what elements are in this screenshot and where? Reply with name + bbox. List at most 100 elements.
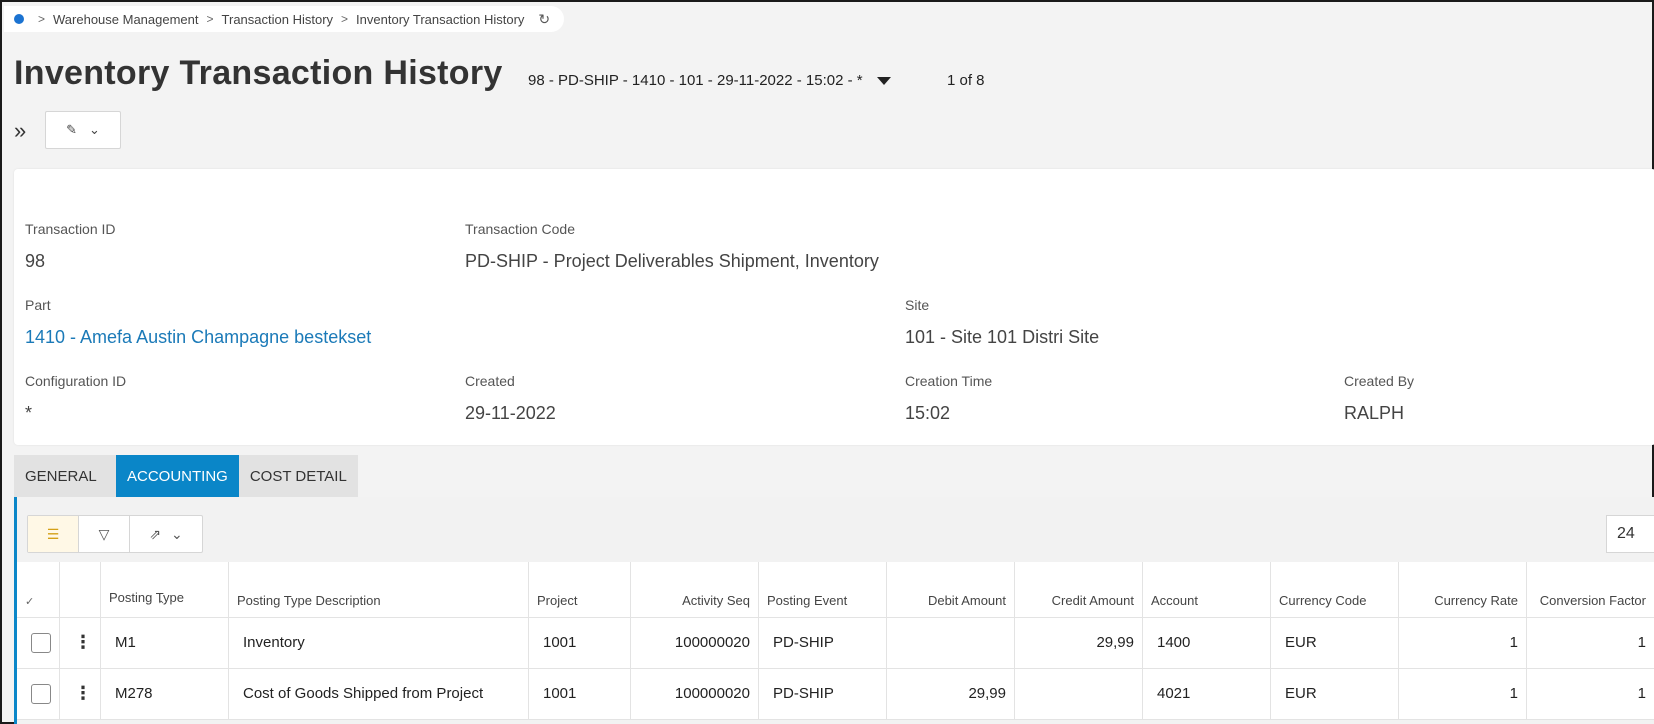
- column-header-label: Posting Type: [109, 590, 184, 606]
- column-header-credit-amount[interactable]: Credit Amount: [1014, 562, 1143, 618]
- cell-debit-amount: [886, 617, 1015, 669]
- row-menu[interactable]: ⋮: [59, 668, 101, 720]
- tab-general[interactable]: General: [14, 455, 116, 497]
- column-header-posting-type-description[interactable]: Posting Type Description: [228, 562, 529, 618]
- field-site: Site 101 - Site 101 Distri Site: [905, 297, 1099, 348]
- breadcrumb-item-inventory-transaction-history[interactable]: Inventory Transaction History: [356, 12, 524, 27]
- kebab-icon[interactable]: ⋮: [74, 683, 92, 703]
- column-header-posting-event[interactable]: Posting Event: [758, 562, 887, 618]
- field-value: RALPH: [1344, 403, 1405, 423]
- record-selector-label: 98 - PD-SHIP - 1410 - 101 - 29-11-2022 -…: [528, 72, 863, 89]
- action-menu-icon: ✎: [66, 122, 77, 137]
- cell-conversion-factor: 1: [1526, 617, 1654, 669]
- accounting-table: ✓ Posting Type ⌃ Posting Type Description…: [17, 562, 1654, 720]
- list-icon[interactable]: ☰: [28, 516, 79, 552]
- cell-currency-rate: 1: [1398, 617, 1527, 669]
- chevron-right-icon: >: [206, 12, 214, 26]
- table-row[interactable]: ⋮ M278 Cost of Goods Shipped from Projec…: [17, 668, 1654, 720]
- home-dot-icon[interactable]: [14, 14, 24, 24]
- field-value: 101 - Site 101 Distri Site: [905, 327, 1100, 347]
- header-card: Transaction ID 98 Transaction Code PD-SH…: [14, 169, 1654, 445]
- cell-credit-amount: [1014, 668, 1143, 720]
- chevron-right-icon: >: [38, 12, 46, 26]
- field-value: 15:02: [905, 403, 951, 423]
- field-value: *: [25, 403, 33, 423]
- cell-account: 4021: [1142, 668, 1271, 720]
- field-label: Creation Time: [905, 373, 993, 389]
- action-menu-button[interactable]: ✎ ⌄: [45, 111, 121, 149]
- row-checkbox[interactable]: [17, 617, 60, 669]
- chevron-down-icon: ⌄: [171, 525, 183, 542]
- column-header-currency-code[interactable]: Currency Code: [1270, 562, 1399, 618]
- checkbox-icon[interactable]: [31, 632, 51, 653]
- field-value: 98: [25, 251, 46, 271]
- export-icon: ⇗: [149, 525, 161, 542]
- cell-activity-seq: 100000020: [630, 668, 759, 720]
- field-configuration-id: Configuration ID *: [25, 373, 126, 424]
- cell-credit-amount: 29,99: [1014, 617, 1143, 669]
- tab-cost-detail[interactable]: Cost Detail: [239, 455, 358, 497]
- table-row[interactable]: ⋮ M1 Inventory 1001 100000020 PD-SHIP 29…: [17, 617, 1654, 669]
- column-header-project[interactable]: Project: [528, 562, 631, 618]
- grid-toolbar: ☰ ▽ ⇗ ⌄: [27, 515, 203, 553]
- field-label: Transaction Code: [465, 221, 575, 237]
- chevron-down-icon: ⌄: [89, 122, 100, 137]
- column-header-currency-rate[interactable]: Currency Rate: [1398, 562, 1527, 618]
- filter-icon[interactable]: ▽: [79, 516, 130, 552]
- cell-project: 1001: [528, 617, 631, 669]
- part-link[interactable]: 1410 - Amefa Austin Champagne bestekset: [25, 327, 371, 348]
- cell-activity-seq: 100000020: [630, 617, 759, 669]
- cell-posting-type-description: Inventory: [228, 617, 529, 669]
- tab-accounting[interactable]: Accounting: [116, 455, 239, 497]
- field-label: Site: [905, 297, 930, 313]
- page-title: Inventory Transaction History: [14, 54, 503, 92]
- cell-posting-type-description: Cost of Goods Shipped from Project: [228, 668, 529, 720]
- field-label: Transaction ID: [25, 221, 116, 237]
- table-header-row: ✓ Posting Type ⌃ Posting Type Description…: [17, 562, 1654, 618]
- row-checkbox[interactable]: [17, 668, 60, 720]
- cell-project: 1001: [528, 668, 631, 720]
- refresh-icon[interactable]: ↻: [538, 11, 550, 28]
- cell-posting-type: M1: [100, 617, 229, 669]
- cell-account: 1400: [1142, 617, 1271, 669]
- cell-posting-event: PD-SHIP: [758, 668, 887, 720]
- field-value: 29-11-2022: [465, 403, 556, 423]
- row-menu[interactable]: ⋮: [59, 617, 101, 669]
- field-label: Configuration ID: [25, 373, 127, 389]
- accounting-grid-panel: ☰ ▽ ⇗ ⌄ 24 ✓ Posting Type ⌃ Posting Type …: [14, 497, 1654, 724]
- field-label: Created By: [1344, 373, 1415, 389]
- breadcrumb: > Warehouse Management > Transaction His…: [4, 6, 565, 32]
- record-selector[interactable]: 98 - PD-SHIP - 1410 - 101 - 29-11-2022 -…: [528, 72, 891, 89]
- kebab-icon[interactable]: ⋮: [74, 632, 92, 652]
- double-chevron-right-icon[interactable]: »: [14, 118, 26, 144]
- record-count: 1 of 8: [947, 72, 985, 89]
- page-size-select[interactable]: 24: [1606, 515, 1654, 553]
- field-label: Created: [465, 373, 515, 389]
- cell-posting-event: PD-SHIP: [758, 617, 887, 669]
- column-header-debit-amount[interactable]: Debit Amount: [886, 562, 1015, 618]
- column-header-posting-type[interactable]: Posting Type ⌃: [100, 562, 229, 618]
- column-header-conversion-factor[interactable]: Conversion Factor: [1526, 562, 1654, 618]
- column-header-activity-seq[interactable]: Activity Seq: [630, 562, 759, 618]
- field-value: PD-SHIP - Project Deliverables Shipment,…: [465, 251, 879, 271]
- field-created: Created 29-11-2022: [465, 373, 556, 424]
- column-header-account[interactable]: Account: [1142, 562, 1271, 618]
- cell-currency-rate: 1: [1398, 668, 1527, 720]
- caret-down-icon[interactable]: [876, 76, 891, 85]
- field-created-by: Created By RALPH: [1344, 373, 1414, 424]
- cell-currency-code: EUR: [1270, 617, 1399, 669]
- field-part: Part 1410 - Amefa Austin Champagne beste…: [25, 297, 371, 348]
- row-actions-header: [59, 562, 101, 618]
- cell-conversion-factor: 1: [1526, 668, 1654, 720]
- cell-debit-amount: 29,99: [886, 668, 1015, 720]
- breadcrumb-item-transaction-history[interactable]: Transaction History: [222, 12, 334, 27]
- select-all-checkbox[interactable]: ✓: [17, 562, 60, 618]
- tab-bar: General Accounting Cost Detail: [14, 455, 358, 497]
- field-label: Part: [25, 297, 51, 313]
- field-transaction-id: Transaction ID 98: [25, 221, 116, 272]
- cell-posting-type: M278: [100, 668, 229, 720]
- field-creation-time: Creation Time 15:02: [905, 373, 992, 424]
- breadcrumb-item-warehouse-management[interactable]: Warehouse Management: [53, 12, 199, 27]
- export-button[interactable]: ⇗ ⌄: [130, 516, 202, 552]
- checkbox-icon[interactable]: [31, 683, 51, 704]
